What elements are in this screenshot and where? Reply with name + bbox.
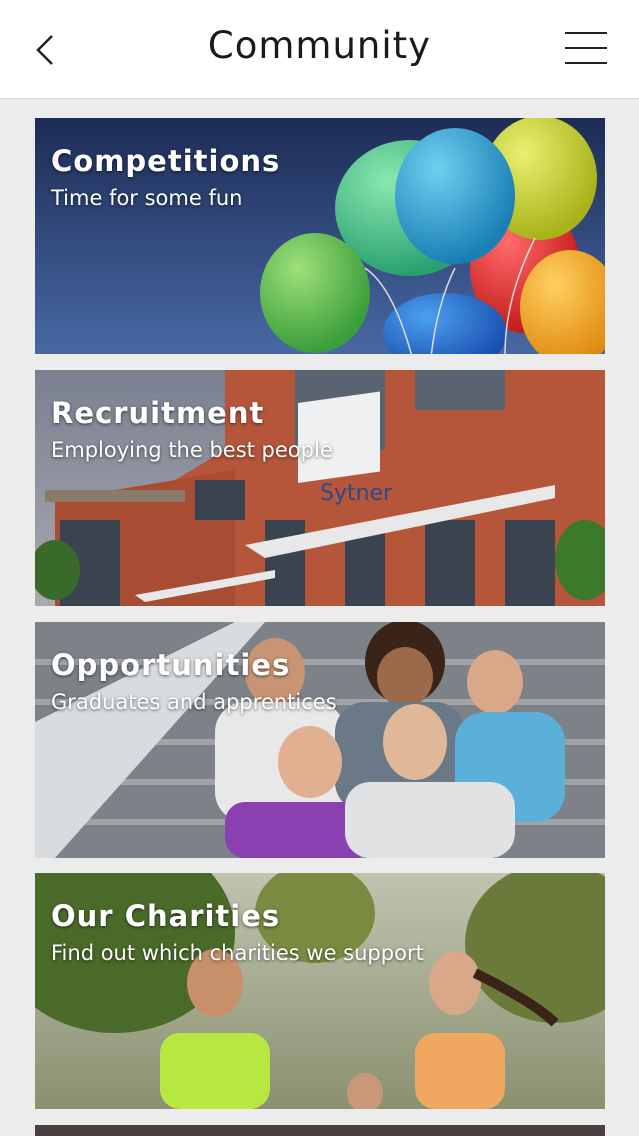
card-title: Recruitment xyxy=(51,396,265,430)
card-subtitle: Time for some fun xyxy=(51,186,243,210)
card-subtitle: Graduates and apprentices xyxy=(51,690,337,714)
card-recruitment[interactable]: Sytner Recruitment Employing the best pe… xyxy=(35,370,605,606)
card-subtitle: Employing the best people xyxy=(51,438,333,462)
card-text: Recruitment Employing the best people xyxy=(51,396,333,462)
card-list: Competitions Time for some fun Sytner Re… xyxy=(0,99,639,1136)
card-text: Our Charities Find out which charities w… xyxy=(51,899,424,965)
card-text: Competitions Time for some fun xyxy=(51,144,280,210)
card-title: Competitions xyxy=(51,144,281,178)
card-title: Our Charities xyxy=(51,899,281,933)
card-subtitle: Find out which charities we support xyxy=(51,941,424,965)
card-next-partial[interactable] xyxy=(35,1125,605,1136)
card-our-charities[interactable]: Our Charities Find out which charities w… xyxy=(35,873,605,1109)
page-title: Community xyxy=(207,24,432,67)
card-text: Opportunities Graduates and apprentices xyxy=(51,648,337,714)
card-opportunities[interactable]: Opportunities Graduates and apprentices xyxy=(35,622,605,858)
top-bar: Community xyxy=(0,0,639,99)
card-title: Opportunities xyxy=(51,648,291,682)
card-competitions[interactable]: Competitions Time for some fun xyxy=(35,118,605,354)
sign-text: Sytner xyxy=(320,481,393,506)
hamburger-menu-icon[interactable] xyxy=(565,32,607,66)
